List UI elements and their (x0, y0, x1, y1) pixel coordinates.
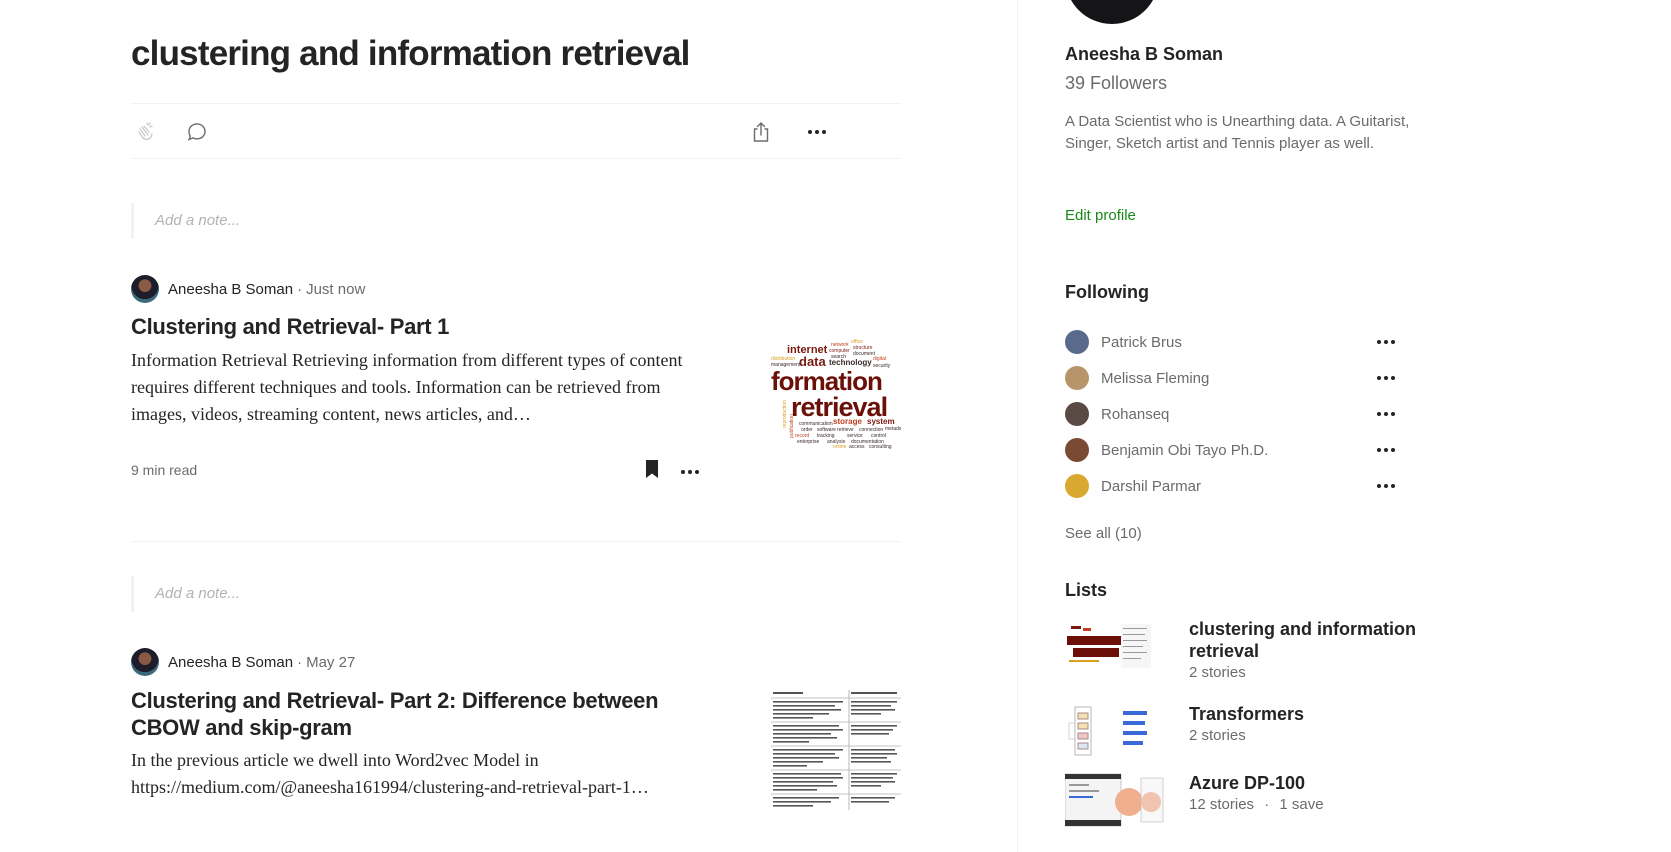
post-thumbnail[interactable] (771, 690, 901, 810)
list-thumbnail[interactable] (1065, 618, 1151, 674)
author-avatar[interactable] (131, 648, 159, 676)
following-item[interactable]: Patrick Brus (1065, 330, 1395, 354)
following-avatar[interactable] (1065, 438, 1089, 462)
profile-avatar[interactable] (1065, 0, 1159, 24)
list-item-saves: 1 save (1279, 796, 1324, 813)
post-thumbnail[interactable]: internet network office computer structu… (771, 330, 901, 450)
following-heading: Following (1065, 282, 1149, 302)
following-item[interactable]: Darshil Parmar (1065, 474, 1395, 498)
wc-word: publication (789, 414, 795, 438)
following-item[interactable]: Rohanseq (1065, 402, 1395, 426)
wc-word: enterprise (797, 439, 819, 445)
author-name[interactable]: Aneesha B Soman (168, 654, 293, 671)
more-icon[interactable] (1377, 340, 1395, 344)
meta-separator: · (1264, 796, 1270, 813)
more-icon[interactable] (1377, 376, 1395, 380)
list-item-stories: 12 stories (1189, 796, 1255, 813)
list-item-meta: 12 stories · 1 save (1189, 796, 1324, 813)
list-item-stories: 2 stories (1189, 727, 1246, 744)
following-name[interactable]: Patrick Brus (1101, 334, 1377, 351)
more-icon[interactable] (803, 118, 831, 146)
post-byline: Aneesha B Soman · Just now (131, 275, 365, 303)
read-time: 9 min read (131, 462, 198, 478)
post-time: Just now (306, 280, 366, 298)
more-icon[interactable] (681, 469, 699, 474)
wc-word: consulting (869, 444, 892, 450)
following-item[interactable]: Benjamin Obi Tayo Ph.D. (1065, 438, 1395, 462)
following-name[interactable]: Rohanseq (1101, 406, 1377, 423)
list-action-bar (131, 103, 901, 159)
following-avatar[interactable] (1065, 330, 1089, 354)
comment-icon[interactable] (183, 118, 211, 146)
list-thumbnail-image (1065, 703, 1151, 759)
following-avatar[interactable] (1065, 474, 1089, 498)
list-thumbnail[interactable] (1065, 703, 1151, 759)
post-excerpt[interactable]: Information Retrieval Retrieving informa… (131, 347, 711, 428)
wc-word: access (849, 444, 865, 450)
wc-word: digital (873, 356, 886, 362)
post-title[interactable]: Clustering and Retrieval- Part 2: Differ… (131, 687, 711, 741)
post-title[interactable]: Clustering and Retrieval- Part 1 (131, 313, 711, 340)
byline-separator: · (297, 653, 303, 671)
wc-word: metadata (885, 426, 901, 432)
share-icon[interactable] (747, 118, 775, 146)
following-avatar[interactable] (1065, 366, 1089, 390)
comparison-table-image (771, 690, 901, 810)
following-item[interactable]: Melissa Fleming (1065, 366, 1395, 390)
clap-icon[interactable] (131, 118, 159, 146)
list-item-title[interactable]: clustering and information retrieval (1189, 618, 1429, 662)
post-excerpt[interactable]: In the previous article we dwell into Wo… (131, 747, 711, 801)
list-title: clustering and information retrieval (131, 34, 690, 73)
list-thumbnail-image (1065, 772, 1165, 828)
post-divider (131, 541, 901, 542)
list-thumbnail-image (1065, 618, 1151, 674)
post-actions (641, 457, 699, 486)
list-thumbnail[interactable] (1065, 772, 1165, 828)
profile-name[interactable]: Aneesha B Soman (1065, 44, 1223, 65)
following-name[interactable]: Melissa Fleming (1101, 370, 1377, 387)
following-avatar[interactable] (1065, 402, 1089, 426)
add-note-input[interactable]: Add a note... (131, 203, 901, 239)
profile-followers[interactable]: 39 Followers (1065, 73, 1167, 94)
byline-separator: · (297, 280, 303, 298)
author-name[interactable]: Aneesha B Soman (168, 281, 293, 298)
list-item-title[interactable]: Azure DP-100 (1189, 772, 1429, 794)
more-icon[interactable] (1377, 412, 1395, 416)
wc-word: storage (833, 417, 862, 426)
edit-profile-link[interactable]: Edit profile (1065, 207, 1136, 224)
more-icon[interactable] (1377, 484, 1395, 488)
bookmark-filled-icon[interactable] (641, 457, 663, 486)
profile-bio: A Data Scientist who is Unearthing data.… (1065, 113, 1410, 152)
wc-word: system (867, 417, 895, 426)
lists-heading: Lists (1065, 580, 1108, 600)
more-icon[interactable] (1377, 448, 1395, 452)
list-item-title[interactable]: Transformers (1189, 703, 1429, 725)
wc-word: reproduction (782, 400, 788, 428)
list-item-stories: 2 stories (1189, 664, 1246, 681)
post-time: May 27 (306, 653, 356, 671)
add-note-input[interactable]: Add a note... (131, 576, 901, 612)
wc-word: online (833, 444, 847, 450)
wc-word: management (771, 362, 801, 368)
post-byline: Aneesha B Soman · May 27 (131, 648, 355, 676)
main-content: clustering and information retrieval Add… (131, 0, 901, 852)
author-avatar[interactable] (131, 275, 159, 303)
sidebar: Aneesha B Soman 39 Followers A Data Scie… (1017, 0, 1671, 852)
word-cloud-image: internet network office computer structu… (771, 330, 901, 450)
see-all-following-link[interactable]: See all (10) (1065, 525, 1142, 542)
following-name[interactable]: Benjamin Obi Tayo Ph.D. (1101, 442, 1377, 459)
following-name[interactable]: Darshil Parmar (1101, 478, 1377, 495)
